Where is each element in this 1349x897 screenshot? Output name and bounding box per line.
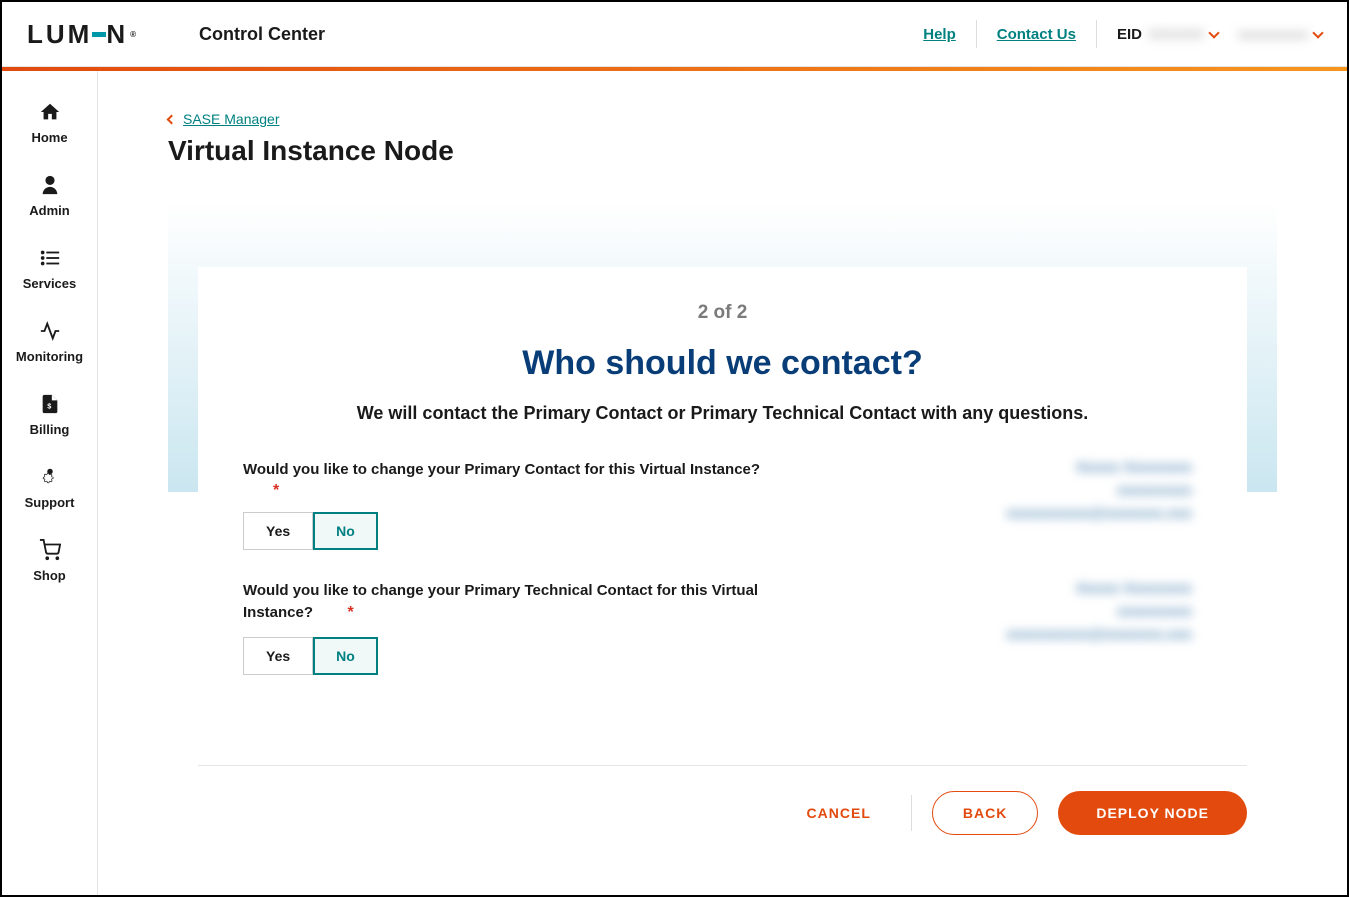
sidebar-item-admin[interactable]: Admin <box>2 159 97 232</box>
home-icon <box>38 100 62 124</box>
no-button[interactable]: No <box>313 637 378 675</box>
no-button[interactable]: No <box>313 512 378 550</box>
content: SASE Manager Virtual Instance Node 2 of … <box>98 71 1347 895</box>
toggle-technical-contact: Yes No <box>243 637 763 675</box>
user-dropdown[interactable]: xxxxxxxxxx <box>1238 26 1322 42</box>
support-icon <box>38 465 62 489</box>
separator <box>911 795 912 831</box>
eid-value: XXXXXX <box>1148 26 1204 42</box>
header: LUMN® Control Center Help Contact Us EID… <box>2 2 1347 67</box>
question-left: Would you like to change your Primary Te… <box>243 580 763 675</box>
app-name: Control Center <box>199 24 325 45</box>
logo: LUMN® <box>27 19 139 50</box>
main-layout: Home Admin Services Monitoring $ Billing <box>2 71 1347 895</box>
question-text: Would you like to change your Primary Co… <box>243 461 760 478</box>
breadcrumb: SASE Manager <box>168 111 1277 127</box>
deploy-node-button[interactable]: DEPLOY NODE <box>1058 791 1247 835</box>
eid-label: EID <box>1117 26 1142 43</box>
chevron-down-icon <box>1208 27 1219 38</box>
contact-info-technical: Xxxxx Xxxxxxxx xxxxxxxxx xxxxxxxxxx@xxxx… <box>763 580 1202 649</box>
contact-detail: xxxxxxxxx <box>763 482 1192 499</box>
header-right: Help Contact Us EID XXXXXX xxxxxxxxxx <box>923 20 1322 48</box>
card-subtitle: We will contact the Primary Contact or P… <box>243 403 1202 424</box>
contact-name: Xxxxx Xxxxxxxx <box>763 580 1192 597</box>
sidebar-item-label: Home <box>31 130 67 145</box>
toggle-primary-contact: Yes No <box>243 512 763 550</box>
sidebar-item-billing[interactable]: $ Billing <box>2 378 97 451</box>
question-technical-contact: Would you like to change your Primary Te… <box>243 580 1202 675</box>
contact-email: xxxxxxxxxx@xxxxxxx.xxx <box>763 626 1192 643</box>
separator <box>976 20 977 48</box>
sidebar-item-label: Support <box>25 495 75 510</box>
person-icon <box>38 173 62 197</box>
question-left: Would you like to change your Primary Co… <box>243 459 763 550</box>
activity-icon <box>38 319 62 343</box>
chevron-left-icon <box>167 114 177 124</box>
cart-icon <box>38 538 62 562</box>
sidebar-item-label: Shop <box>33 568 66 583</box>
page-title: Virtual Instance Node <box>168 135 1277 167</box>
sidebar: Home Admin Services Monitoring $ Billing <box>2 71 98 895</box>
yes-button[interactable]: Yes <box>243 512 313 550</box>
breadcrumb-link[interactable]: SASE Manager <box>183 111 280 127</box>
chevron-down-icon <box>1312 27 1323 38</box>
contact-us-link[interactable]: Contact Us <box>997 26 1076 43</box>
contact-name: Xxxxx Xxxxxxxx <box>763 459 1192 476</box>
sidebar-item-label: Admin <box>29 203 69 218</box>
sidebar-item-home[interactable]: Home <box>2 86 97 159</box>
help-link[interactable]: Help <box>923 26 956 43</box>
sidebar-item-monitoring[interactable]: Monitoring <box>2 305 97 378</box>
svg-text:$: $ <box>47 402 51 411</box>
question-text: Would you like to change your Primary Te… <box>243 582 758 622</box>
separator <box>1096 20 1097 48</box>
contact-card: 2 of 2 Who should we contact? We will co… <box>198 267 1247 740</box>
sidebar-item-label: Monitoring <box>16 349 83 364</box>
contact-info-primary: Xxxxx Xxxxxxxx xxxxxxxxx xxxxxxxxxx@xxxx… <box>763 459 1202 528</box>
sidebar-item-label: Services <box>23 276 77 291</box>
required-indicator: * <box>347 604 353 621</box>
question-primary-contact: Would you like to change your Primary Co… <box>243 459 1202 550</box>
action-row: CANCEL BACK DEPLOY NODE <box>168 791 1247 835</box>
username: xxxxxxxxxx <box>1238 26 1308 42</box>
sidebar-item-support[interactable]: Support <box>2 451 97 524</box>
back-button[interactable]: BACK <box>932 791 1038 835</box>
yes-button[interactable]: Yes <box>243 637 313 675</box>
sidebar-item-label: Billing <box>30 422 70 437</box>
eid-dropdown[interactable]: EID XXXXXX <box>1117 26 1218 43</box>
sidebar-item-services[interactable]: Services <box>2 232 97 305</box>
invoice-icon: $ <box>38 392 62 416</box>
sidebar-item-shop[interactable]: Shop <box>2 524 97 597</box>
cancel-button[interactable]: CANCEL <box>787 791 891 835</box>
contact-detail: xxxxxxxxx <box>763 603 1192 620</box>
contact-email: xxxxxxxxxx@xxxxxxx.xxx <box>763 505 1192 522</box>
divider <box>198 765 1247 766</box>
card-title: Who should we contact? <box>243 344 1202 383</box>
required-indicator: * <box>273 482 279 499</box>
step-indicator: 2 of 2 <box>243 302 1202 324</box>
list-icon <box>38 246 62 270</box>
